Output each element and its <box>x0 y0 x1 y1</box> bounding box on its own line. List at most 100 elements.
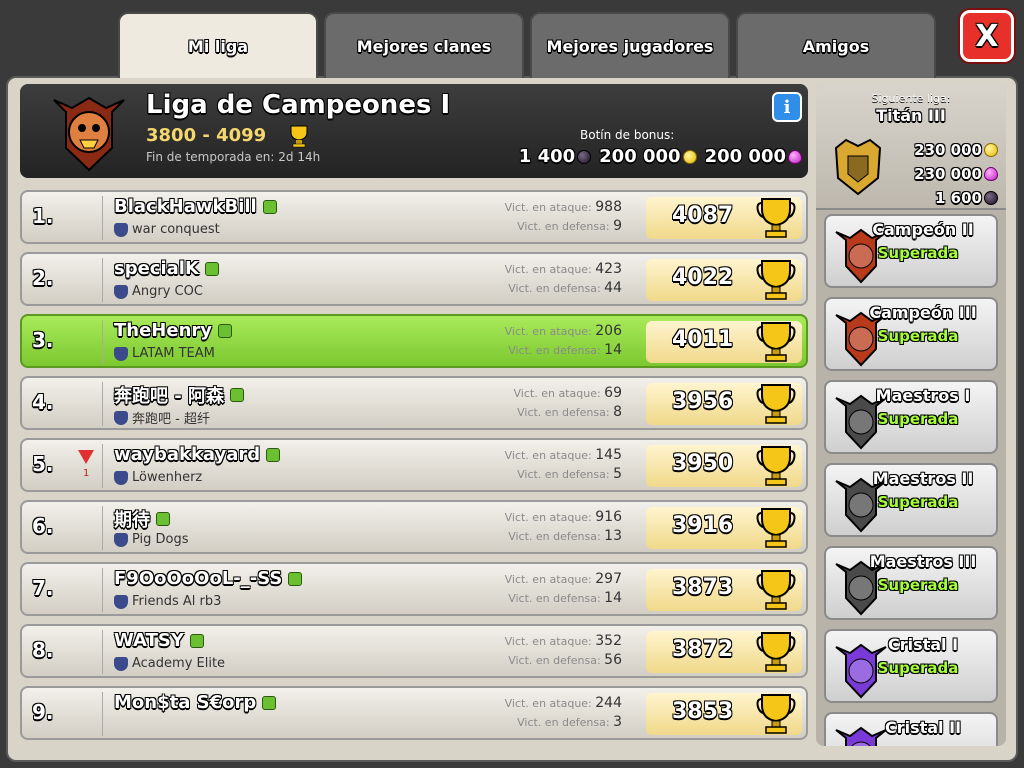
player-clan[interactable]: 奔跑吧 - 超纤 <box>114 408 210 427</box>
player-rank: 1. <box>32 204 54 228</box>
player-clan[interactable]: Friends Al rb3 <box>114 594 221 609</box>
league-item[interactable]: Campeón II Superada <box>824 214 998 288</box>
player-clan[interactable]: Löwenherz <box>114 470 202 485</box>
player-name[interactable]: Mon$ta S€orp <box>114 692 277 713</box>
league-item[interactable]: Cristal I Superada <box>824 629 998 703</box>
attack-wins: 244 <box>595 695 622 711</box>
player-rank: 7. <box>32 576 54 600</box>
divider <box>102 630 103 674</box>
table-row[interactable]: 9. Mon$ta S€orp Vict. en ataque: 244 Vic… <box>20 686 808 740</box>
trophy-count: 3872 <box>672 637 734 662</box>
trophy-count: 3950 <box>672 451 734 476</box>
trophy-count: 3916 <box>672 513 734 538</box>
trophy-count-box: 3873 <box>646 569 802 611</box>
trophy-count: 4087 <box>672 203 734 228</box>
player-stats: Vict. en ataque: 145 Vict. en defensa: 5 <box>504 447 622 482</box>
bonus-loot: 1 400 200 000 200 000 <box>519 146 802 167</box>
trophy-count: 3853 <box>672 699 734 724</box>
player-stats: Vict. en ataque: 69 Vict. en defensa: 8 <box>513 385 622 420</box>
table-row[interactable]: 7. F9OoOoOoL-_-SS Friends Al rb3 Vict. e… <box>20 562 808 616</box>
attack-wins: 69 <box>604 385 622 401</box>
league-title: Liga de Campeones I <box>146 90 451 120</box>
player-name[interactable]: waybakkayard <box>114 444 281 465</box>
divider <box>102 506 103 550</box>
league-item[interactable]: Maestros III Superada <box>824 546 998 620</box>
trophy-count-box: 3853 <box>646 693 802 735</box>
league-item[interactable]: Maestros II Superada <box>824 463 998 537</box>
player-clan[interactable]: Angry COC <box>114 284 203 299</box>
player-name[interactable]: WATSY <box>114 630 204 651</box>
clan-badge-icon <box>114 470 128 485</box>
tab-my-league[interactable]: Mi liga <box>118 12 318 78</box>
trophy-icon <box>756 322 796 362</box>
trophy-icon <box>756 384 796 424</box>
trophy-count-box: 4087 <box>646 197 802 239</box>
table-row[interactable]: 2. specialK Angry COC Vict. en ataque: 4… <box>20 252 808 306</box>
defense-wins: 9 <box>613 218 622 234</box>
player-clan[interactable]: Pig Dogs <box>114 532 189 547</box>
league-name: Campeón II <box>872 220 974 239</box>
player-name[interactable]: BlackHawkBill <box>114 196 277 217</box>
attack-wins: 145 <box>595 447 622 463</box>
player-stats: Vict. en ataque: 423 Vict. en defensa: 4… <box>504 261 622 296</box>
table-row[interactable]: 3. TheHenry LATAM TEAM Vict. en ataque: … <box>20 314 808 368</box>
trophy-count-box: 4022 <box>646 259 802 301</box>
league-name: Cristal II <box>884 718 962 737</box>
trophy-icon <box>756 570 796 610</box>
table-row[interactable]: 4. 奔跑吧 - 阿森 奔跑吧 - 超纤 Vict. en ataque: 69… <box>20 376 808 430</box>
trophy-count: 3956 <box>672 389 734 414</box>
player-clan[interactable]: LATAM TEAM <box>114 346 215 361</box>
clan-badge-icon <box>114 594 128 609</box>
trophy-count: 3873 <box>672 575 734 600</box>
tab-friends[interactable]: Amigos <box>736 12 936 78</box>
gold-icon <box>984 143 998 157</box>
divider <box>102 692 103 736</box>
league-item[interactable]: Maestros I Superada <box>824 380 998 454</box>
player-stats: Vict. en ataque: 352 Vict. en defensa: 5… <box>504 633 622 668</box>
trophy-count-box: 3950 <box>646 445 802 487</box>
tab-top-clans[interactable]: Mejores clanes <box>324 12 524 78</box>
player-stats: Vict. en ataque: 206 Vict. en defensa: 1… <box>504 323 622 358</box>
info-button[interactable]: i <box>772 92 802 122</box>
trophy-icon <box>756 198 796 238</box>
player-name[interactable]: TheHenry <box>114 320 232 341</box>
trophy-count: 4022 <box>672 265 734 290</box>
xp-badge-icon <box>262 199 277 214</box>
league-name: Maestros II <box>872 469 974 488</box>
table-row[interactable]: 1. BlackHawkBill war conquest Vict. en a… <box>20 190 808 244</box>
player-clan[interactable]: war conquest <box>114 222 220 237</box>
league-item[interactable]: Campeón III Superada <box>824 297 998 371</box>
xp-badge-icon <box>189 633 204 648</box>
defense-wins: 5 <box>613 466 622 482</box>
trophy-icon <box>756 632 796 672</box>
tab-bar: Mi liga Mejores clanes Mejores jugadores… <box>118 12 936 78</box>
xp-badge-icon <box>266 447 281 462</box>
player-name[interactable]: specialK <box>114 258 219 279</box>
table-row[interactable]: 8. WATSY Academy Elite Vict. en ataque: … <box>20 624 808 678</box>
tab-top-players[interactable]: Mejores jugadores <box>530 12 730 78</box>
defense-wins: 13 <box>604 528 622 544</box>
close-button[interactable]: X <box>960 10 1014 62</box>
player-rank: 8. <box>32 638 54 662</box>
attack-wins: 916 <box>595 509 622 525</box>
xp-badge-icon <box>262 695 277 710</box>
table-row[interactable]: 6. 期待 Pig Dogs Vict. en ataque: 916 Vict… <box>20 500 808 554</box>
clan-badge-icon <box>114 410 128 425</box>
player-rank: 4. <box>32 390 54 414</box>
defense-wins: 14 <box>604 342 622 358</box>
xp-badge-icon <box>288 571 303 586</box>
league-list[interactable]: Campeón II Superada Campeón III Superada… <box>816 210 1006 746</box>
champion-league-icon <box>53 96 125 172</box>
player-clan[interactable]: Academy Elite <box>114 656 225 671</box>
player-name[interactable]: 期待 <box>114 506 170 532</box>
player-name[interactable]: 奔跑吧 - 阿森 <box>114 382 245 408</box>
xp-badge-icon <box>156 512 170 526</box>
league-item[interactable]: Cristal II <box>824 712 998 746</box>
player-name[interactable]: F9OoOoOoL-_-SS <box>114 568 303 589</box>
trophy-count: 4011 <box>672 327 734 352</box>
defense-wins: 14 <box>604 590 622 606</box>
league-status: Superada <box>877 410 959 428</box>
table-row[interactable]: 5. 1 waybakkayard Löwenherz Vict. en ata… <box>20 438 808 492</box>
trophy-count-box: 3916 <box>646 507 802 549</box>
next-league-panel: Siguiente liga: Titán III 230 000 230 00… <box>816 84 1006 210</box>
